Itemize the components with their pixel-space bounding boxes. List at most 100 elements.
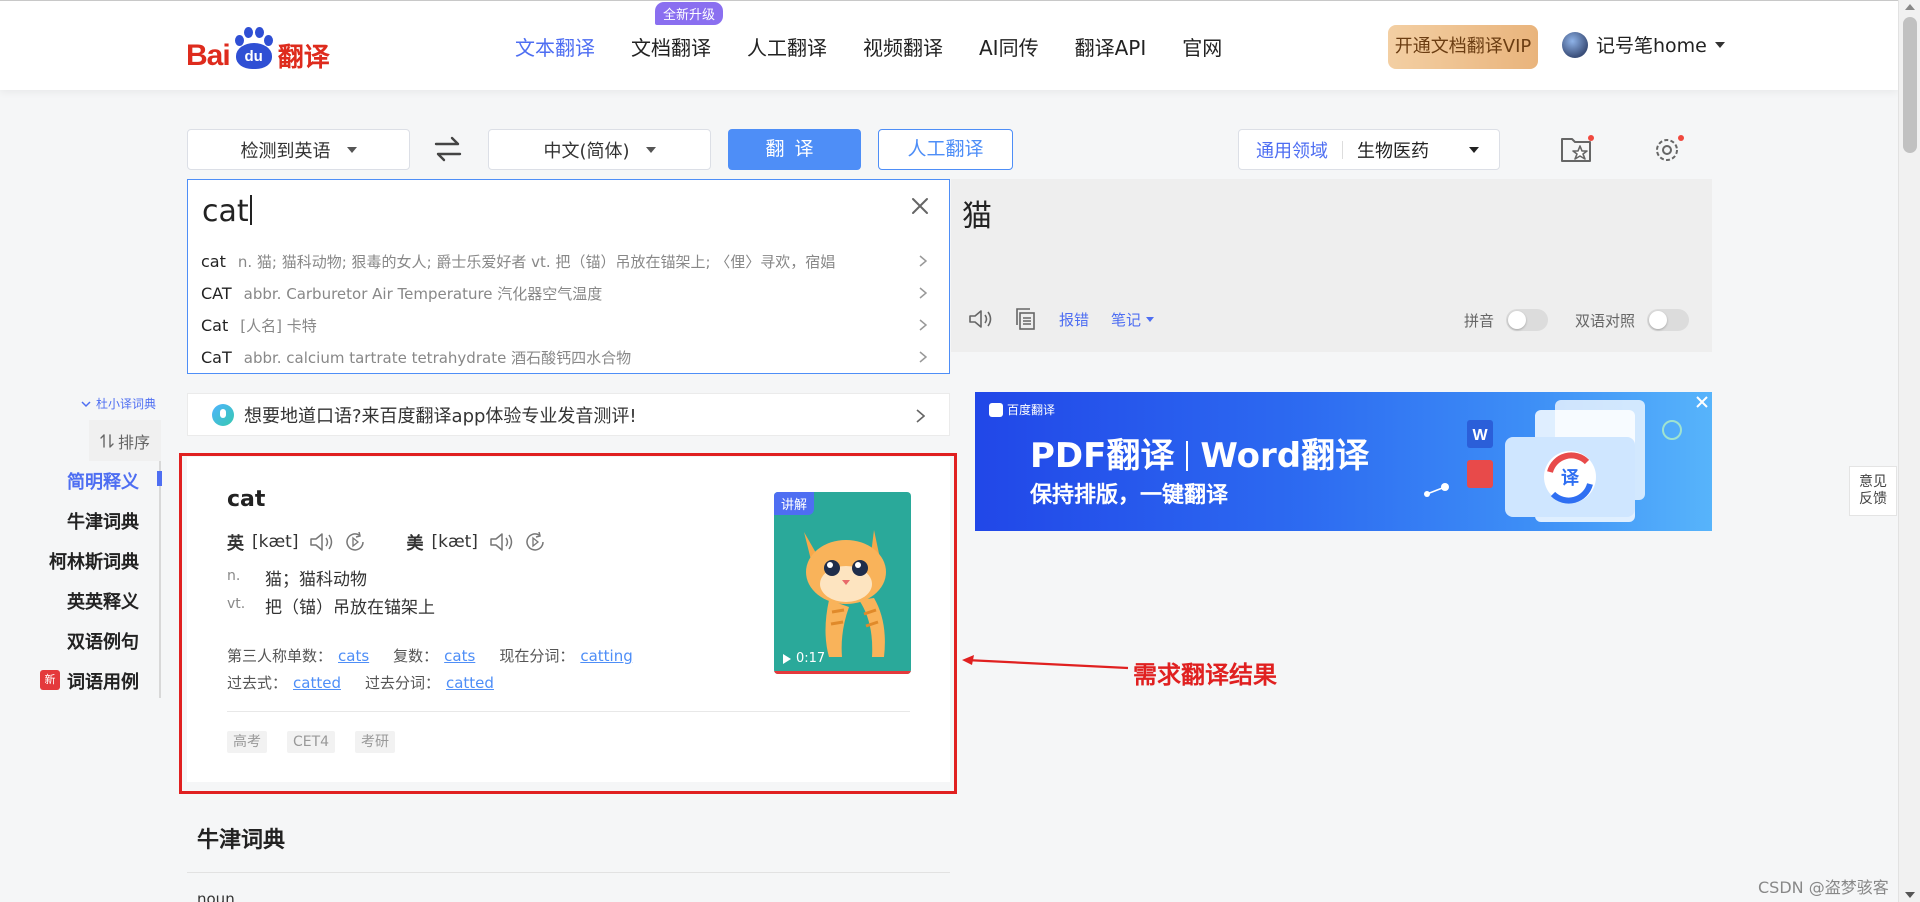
logo-fanyi-text: 翻译 — [277, 43, 330, 73]
scrollbar-thumb[interactable] — [1903, 17, 1917, 153]
brand-logo-icon — [989, 402, 1003, 417]
vip-button[interactable]: 开通文档翻译VIP — [1388, 25, 1538, 69]
source-text-input[interactable]: cat — [202, 194, 252, 229]
source-input-panel[interactable]: cat cat n. 猫; 猫科动物; 狠毒的女人; 爵士乐爱好者 vt. 把（… — [187, 179, 950, 374]
translation-output-text: 猫 — [962, 199, 992, 234]
nav-translate-api[interactable]: 翻译API — [1075, 32, 1147, 61]
swap-languages-icon[interactable] — [432, 133, 464, 165]
nav-doc-translate[interactable]: 全新升级 文档翻译 — [631, 1, 724, 61]
chevron-down-icon — [1469, 146, 1479, 153]
bilingual-toggle-group: 双语对照 — [1575, 309, 1690, 331]
username: 记号笔home — [1596, 35, 1707, 57]
suggestion-item[interactable]: Cat [人名] 卡特 — [188, 309, 949, 341]
ad-art-char: 译 — [1561, 468, 1580, 489]
new-badge: 新 — [40, 670, 60, 690]
scroll-up-arrow-icon[interactable] — [1905, 4, 1915, 10]
nav-text-translate[interactable]: 文本翻译 — [515, 32, 595, 61]
suggestion-word: CAT — [201, 283, 232, 303]
nav-doc-translate-label: 文档翻译 — [631, 35, 711, 60]
suggestion-list: cat n. 猫; 猫科动物; 狠毒的女人; 爵士乐爱好者 vt. 把（锚）吊放… — [188, 245, 949, 373]
ad-brand: 百度翻译 — [989, 401, 1055, 418]
user-menu[interactable]: 记号笔home — [1562, 31, 1725, 58]
suggestion-word: cat — [201, 251, 226, 271]
ad-art-w: W — [1472, 427, 1488, 444]
suggestion-word: CaT — [201, 347, 232, 367]
avatar — [1562, 31, 1588, 58]
ad-brand-label: 百度翻译 — [1007, 403, 1056, 417]
copy-icon[interactable] — [1013, 307, 1039, 331]
sort-button[interactable]: 排序 — [89, 420, 161, 461]
target-language-select[interactable]: 中文(简体) — [488, 129, 711, 170]
suggestion-item[interactable]: CAT abbr. Carburetor Air Temperature 汽化器… — [188, 277, 949, 309]
scroll-down-arrow-icon[interactable] — [1905, 892, 1915, 898]
suggestion-meaning: [人名] 卡特 — [240, 316, 317, 335]
pinyin-label: 拼音 — [1464, 311, 1495, 330]
sidebar-track — [159, 461, 161, 698]
dictionary-tag: 杜小译词典 — [80, 395, 156, 412]
promo-banner[interactable]: 想要地道口语?来百度翻译app体验专业发音测评! — [187, 393, 950, 436]
close-icon[interactable] — [1694, 394, 1710, 410]
close-icon[interactable] — [908, 194, 932, 218]
baidu-paw-icon: du — [232, 27, 276, 71]
favorites-icon[interactable] — [1558, 131, 1596, 167]
translate-button[interactable]: 翻译 — [728, 129, 861, 170]
suggestion-meaning: abbr. calcium tartrate tetrahydrate 酒石酸钙… — [243, 348, 632, 367]
annotation-highlight-box — [179, 453, 957, 794]
sidebar-item-collins[interactable]: 柯林斯词典 — [49, 548, 139, 574]
suggestion-item[interactable]: CaT abbr. calcium tartrate tetrahydrate … — [188, 341, 949, 373]
promo-text: 想要地道口语?来百度翻译app体验专业发音测评! — [244, 405, 637, 427]
feedback-button[interactable]: 意见 反馈 — [1849, 466, 1897, 516]
baidu-translate-logo[interactable]: Bai du 翻译 — [186, 23, 330, 71]
nav-ai-interpreting[interactable]: AI同传 — [979, 32, 1039, 61]
speaker-icon[interactable] — [967, 307, 993, 331]
divider — [1186, 441, 1189, 471]
watermark: CSDN @盗梦骇客 — [1758, 878, 1889, 897]
report-error-link[interactable]: 报错 — [1059, 309, 1089, 330]
nav-human-translate[interactable]: 人工翻译 — [747, 32, 827, 61]
chevron-right-icon — [919, 255, 927, 267]
chevron-down-icon — [1146, 316, 1155, 322]
domain-select[interactable]: 通用领域 生物医药 — [1238, 129, 1500, 170]
notification-dot — [1588, 135, 1594, 141]
nav-official-site[interactable]: 官网 — [1182, 32, 1222, 61]
chevron-down-icon — [346, 146, 357, 153]
chevron-right-icon — [919, 319, 927, 331]
divider — [187, 872, 950, 873]
document-translate-illustration: 译 W — [1424, 400, 1682, 522]
sidebar-item-concise[interactable]: 简明释义 — [67, 468, 139, 494]
target-language-label: 中文(简体) — [543, 140, 630, 162]
nav-video-translate[interactable]: 视频翻译 — [863, 32, 943, 61]
source-language-select[interactable]: 检测到英语 — [187, 129, 410, 170]
annotation-arrow-icon — [962, 655, 1129, 670]
sidebar-item-oxford[interactable]: 牛津词典 — [67, 508, 139, 534]
chevron-down-icon — [1714, 41, 1725, 48]
sidebar-item-bilingual-examples[interactable]: 双语例句 — [67, 628, 139, 654]
bilingual-toggle[interactable] — [1647, 309, 1690, 331]
sort-label: 排序 — [117, 432, 150, 452]
ad-banner[interactable]: 百度翻译 PDF翻译 Word翻译 保持排版，一键翻译 译 W — [975, 392, 1712, 531]
microphone-icon — [212, 403, 234, 426]
suggestion-word: Cat — [201, 315, 229, 335]
notes-dropdown[interactable]: 笔记 — [1111, 309, 1155, 330]
page-scrollbar[interactable] — [1898, 0, 1920, 902]
sidebar-item-usage[interactable]: 词语用例 — [67, 668, 139, 694]
suggestion-item[interactable]: cat n. 猫; 猫科动物; 狠毒的女人; 爵士乐爱好者 vt. 把（锚）吊放… — [188, 245, 949, 277]
settings-gear-icon[interactable] — [1648, 131, 1686, 167]
chevron-right-icon — [916, 409, 925, 423]
top-header: Bai du 翻译 文本翻译 全新升级 文档翻译 人工翻译 视频翻译 AI同传 … — [0, 0, 1898, 90]
pinyin-toggle[interactable] — [1506, 309, 1549, 331]
sort-icon — [100, 433, 114, 448]
ad-title-right: Word翻译 — [1200, 436, 1370, 476]
oxford-section-title: 牛津词典 — [197, 828, 286, 853]
chevron-right-icon — [919, 351, 927, 363]
new-upgrade-badge: 全新升级 — [655, 1, 724, 25]
notes-label: 笔记 — [1111, 310, 1142, 329]
chevron-down-icon — [81, 400, 91, 407]
human-translate-button[interactable]: 人工翻译 — [878, 129, 1013, 170]
sidebar-item-english-english[interactable]: 英英释义 — [67, 588, 139, 614]
domain-general-label[interactable]: 通用领域 — [1239, 137, 1328, 163]
ad-subtitle: 保持排版，一键翻译 — [1030, 483, 1229, 508]
output-toolbar: 报错 笔记 — [967, 307, 1176, 331]
notification-dot — [1678, 135, 1684, 141]
logo-du-text: du — [235, 43, 272, 69]
